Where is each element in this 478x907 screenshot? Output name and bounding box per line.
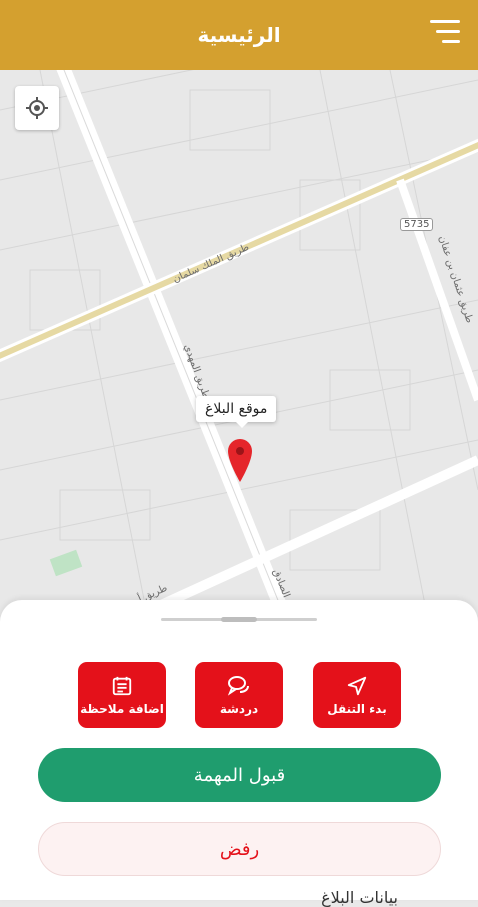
chat-button[interactable]: دردشة <box>195 662 283 728</box>
chat-bubbles-icon <box>227 675 249 696</box>
sheet-drag-handle[interactable] <box>161 617 317 622</box>
reject-button[interactable]: رفض <box>38 822 441 876</box>
navigation-arrow-icon <box>347 676 367 695</box>
map-view[interactable]: طريق الملك سلمان طريق المهدي طريق عثمان … <box>0 70 478 630</box>
add-note-button[interactable]: اضافة ملاحظة <box>78 662 166 728</box>
page-title: الرئيسية <box>197 23 281 47</box>
report-details-heading: بيانات البلاغ <box>321 888 398 907</box>
chat-label: دردشة <box>219 701 259 716</box>
app-header: الرئيسية <box>0 0 478 70</box>
start-navigation-button[interactable]: بدء التنقل <box>313 662 401 728</box>
crosshair-icon <box>26 97 48 119</box>
road-shield: 5735 <box>400 218 434 231</box>
location-pin-icon[interactable] <box>226 436 254 484</box>
note-calendar-icon <box>112 676 132 695</box>
accept-task-button[interactable]: قبول المهمة <box>38 748 441 802</box>
locate-me-button[interactable] <box>15 86 59 130</box>
marker-tooltip: موقع البلاغ <box>196 396 277 428</box>
add-note-label: اضافة ملاحظة <box>80 701 164 716</box>
start-navigation-label: بدء التنقل <box>327 701 387 716</box>
task-bottom-sheet: بدء التنقل دردشة اضافة ملاحظة قبول المهم… <box>0 600 478 907</box>
menu-icon[interactable] <box>430 18 460 46</box>
